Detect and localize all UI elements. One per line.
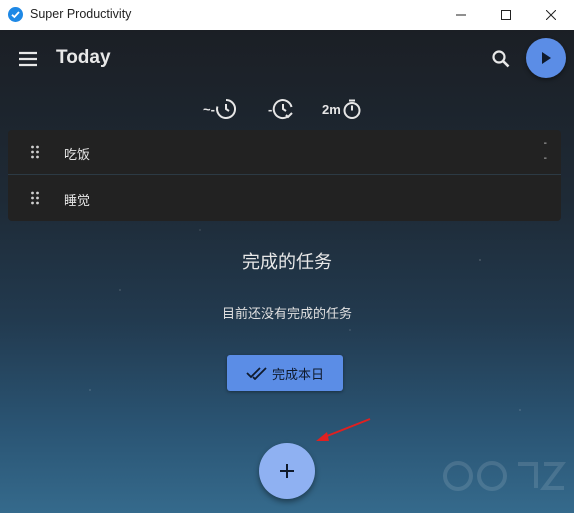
- watermark-logo: [440, 458, 574, 494]
- app-logo-icon: [8, 7, 23, 22]
- hamburger-menu-icon[interactable]: [16, 47, 40, 71]
- maximize-button[interactable]: [483, 0, 529, 30]
- task-title[interactable]: 吃饭: [64, 144, 90, 163]
- page-title: Today: [56, 47, 111, 68]
- remaining-stat: -: [268, 96, 294, 122]
- time-stats: ~- - 2m: [0, 96, 574, 122]
- close-button[interactable]: [528, 0, 574, 30]
- clock-icon: [215, 98, 236, 119]
- task-time-top: -: [543, 138, 547, 149]
- drag-handle-icon[interactable]: [30, 145, 40, 159]
- time-spent-label: 2m: [322, 101, 341, 117]
- search-icon[interactable]: [489, 47, 513, 71]
- window-titlebar: Super Productivity: [0, 0, 574, 30]
- play-icon: [542, 52, 551, 64]
- minimize-button[interactable]: [438, 0, 484, 30]
- finish-day-button[interactable]: 完成本日: [227, 355, 343, 391]
- done-tasks-empty-text: 目前还没有完成的任务: [221, 306, 352, 321]
- task-item[interactable]: 吃饭 - -: [8, 130, 561, 175]
- clock-check-icon: [273, 99, 294, 120]
- task-title[interactable]: 睡觉: [64, 190, 90, 209]
- done-tasks-heading: 完成的任务: [242, 252, 332, 272]
- task-time-info: - -: [544, 136, 547, 166]
- plus-icon: [280, 464, 294, 478]
- task-time-bottom: -: [543, 153, 547, 164]
- done-all-icon: [246, 367, 267, 380]
- drag-handle-icon[interactable]: [30, 191, 40, 205]
- window-title: Super Productivity: [30, 7, 132, 21]
- task-list: 吃饭 - - 睡觉: [8, 130, 561, 221]
- annotation-arrow: [316, 418, 371, 441]
- play-button[interactable]: [526, 38, 566, 78]
- finish-day-label: 完成本日: [271, 366, 324, 382]
- estimate-label: ~-: [203, 101, 215, 117]
- app-main: Today ~- - 2m 吃饭 - - 睡觉 完成的任务 目前还没有完成的任务…: [0, 30, 574, 513]
- time-spent-stat: 2m: [322, 96, 363, 122]
- task-item[interactable]: 睡觉: [8, 176, 561, 221]
- timer-icon: [343, 99, 361, 119]
- add-task-button[interactable]: [259, 443, 315, 499]
- estimate-stat: ~-: [203, 96, 237, 122]
